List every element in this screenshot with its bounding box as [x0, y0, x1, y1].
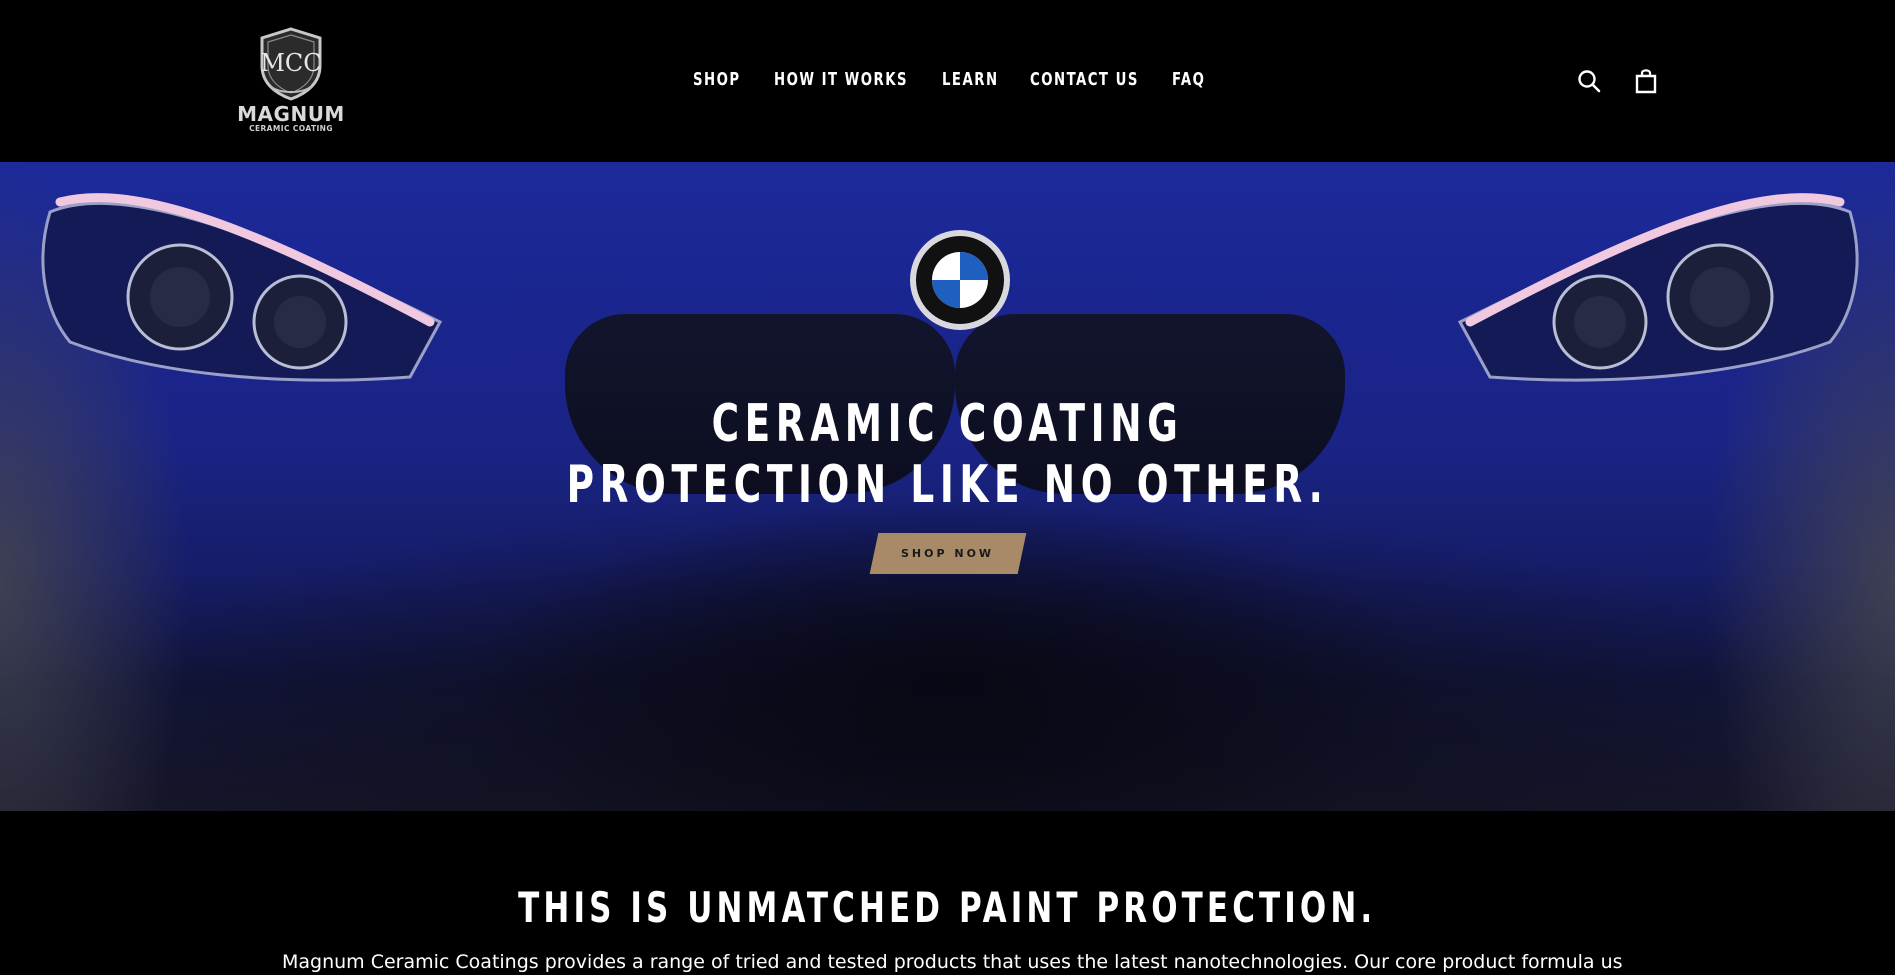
car-emblem-image	[910, 230, 1010, 330]
main-nav: SHOP HOW IT WORKS LEARN CONTACT US FAQ	[693, 68, 1212, 92]
shop-now-button[interactable]: SHOP NOW	[869, 533, 1027, 574]
shield-logo-icon: MCC	[260, 27, 322, 101]
site-header: MCC MAGNUM CERAMIC COATING SHOP HOW IT W…	[0, 0, 1895, 162]
search-icon	[1578, 70, 1601, 93]
right-headlight-image	[1457, 193, 1859, 382]
left-headlight-image	[41, 193, 443, 382]
nav-item-contact-us[interactable]: CONTACT US	[1030, 68, 1137, 92]
intro-heading: THIS IS UNMATCHED PAINT PROTECTION.	[0, 883, 1895, 933]
hero-title-line-1: CERAMIC COATING	[711, 394, 1184, 454]
hero-banner: CERAMIC COATING PROTECTION LIKE NO OTHER…	[0, 162, 1895, 811]
intro-text: Magnum Ceramic Coatings provides a range…	[282, 951, 1622, 973]
nav-item-shop[interactable]: SHOP	[693, 68, 739, 92]
nav-item-how-it-works[interactable]: HOW IT WORKS	[774, 68, 907, 92]
logo-tagline: CERAMIC COATING	[249, 124, 333, 133]
intro-heading-text: THIS IS UNMATCHED PAINT PROTECTION.	[518, 883, 1377, 932]
hero-title-line-2: PROTECTION LIKE NO OTHER.	[566, 455, 1329, 515]
nav-item-learn[interactable]: LEARN	[942, 68, 997, 92]
logo-monogram: MCC	[260, 49, 321, 77]
logo-wordmark: MAGNUM	[237, 102, 345, 126]
cart-button[interactable]	[1631, 66, 1661, 96]
shop-now-label: SHOP NOW	[901, 547, 995, 560]
search-button[interactable]	[1574, 66, 1604, 96]
hero-title: CERAMIC COATING PROTECTION LIKE NO OTHER…	[0, 394, 1895, 516]
cart-icon	[1635, 69, 1657, 94]
intro-section: THIS IS UNMATCHED PAINT PROTECTION. Magn…	[0, 811, 1895, 973]
brand-logo[interactable]: MCC MAGNUM CERAMIC COATING	[236, 26, 346, 136]
nav-item-faq[interactable]: FAQ	[1172, 68, 1205, 92]
